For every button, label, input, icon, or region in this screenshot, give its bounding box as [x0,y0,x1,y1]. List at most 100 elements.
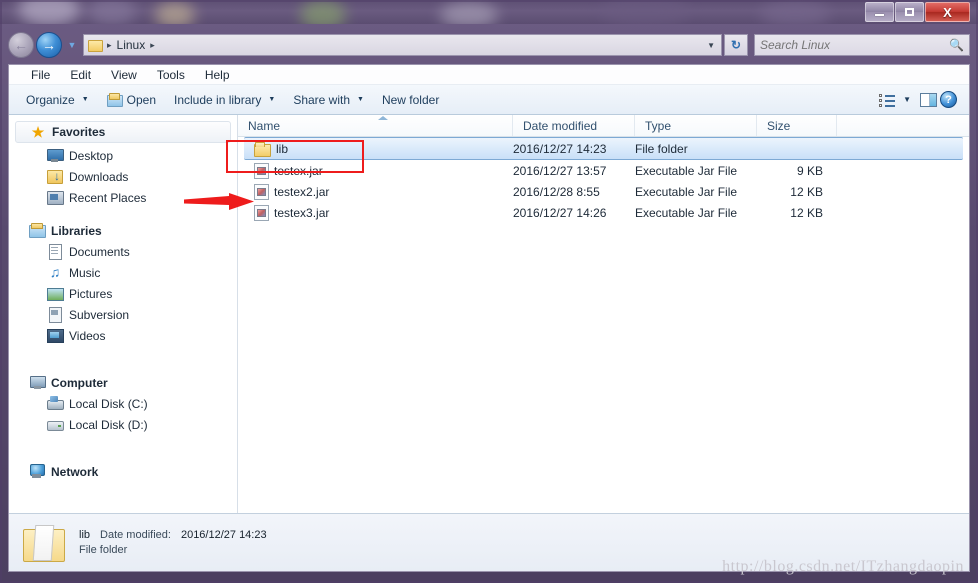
search-input[interactable] [760,38,950,52]
preview-pane-icon[interactable] [920,92,937,107]
glass-blur-decoration [18,0,80,24]
details-date-label: Date modified: [100,529,171,541]
column-header-type[interactable]: Type [635,115,757,136]
sidebar-item-local-disk-d[interactable]: Local Disk (D:) [9,414,237,435]
file-size-cell: 12 KB [790,184,823,199]
file-date-cell: 2016/12/28 8:55 [513,184,600,199]
sidebar-group-libraries[interactable]: Libraries [9,220,237,241]
breadcrumb-item-linux[interactable]: Linux [114,38,149,52]
folder-icon [254,141,271,157]
watermark-text: http://blog.csdn.net/ITzhangdaopin [722,558,964,575]
forward-button[interactable]: → [36,32,62,58]
file-name-cell: lib [244,141,513,157]
music-icon: ♫ [49,264,61,280]
videos-icon [47,328,64,343]
menu-view[interactable]: View [101,66,147,84]
sidebar-group-favorites[interactable]: ★ Favorites [15,121,231,143]
navigation-pane: ★ Favorites Desktop Downloads Recent Pla… [9,115,238,513]
downloads-icon [47,169,63,184]
sidebar-item-desktop[interactable]: Desktop [9,145,237,166]
file-type-cell: Executable Jar File [635,163,738,178]
column-header-name[interactable]: Name [238,115,513,136]
chevron-down-icon: ▼ [357,96,364,103]
column-header-size[interactable]: Size [757,115,837,136]
search-icon: 🔍 [949,38,964,52]
view-line [885,94,896,97]
share-label: Share with [293,92,351,107]
help-icon[interactable]: ? [940,91,957,108]
menu-tools[interactable]: Tools [147,66,195,84]
minimize-button[interactable] [865,2,894,22]
minimize-icon [875,14,884,16]
search-box[interactable]: 🔍 [754,34,970,56]
maximize-button[interactable] [895,2,924,22]
view-options-icon[interactable] [878,92,896,108]
include-label: Include in library [174,92,262,107]
glass-blur-decoration [600,0,690,24]
explorer-window: X ← → ▼ ▸ Linux ▸ ▼ ↻ 🔍 File Edit View T… [0,0,978,583]
details-date-value: 2016/12/27 14:23 [180,529,267,541]
glass-blur-decoration [760,0,830,24]
sidebar-item-documents[interactable]: Documents [9,241,237,262]
jar-file-icon [254,163,269,179]
organize-button[interactable]: Organize ▼ [17,90,98,110]
column-header-date-modified[interactable]: Date modified [513,115,635,136]
documents-icon [47,244,63,260]
menu-help[interactable]: Help [195,66,240,84]
glass-blur-decoration [440,2,498,24]
table-row[interactable]: testex3.jar 2016/12/27 14:26 Executable … [238,202,969,223]
new-folder-button[interactable]: New folder [373,90,448,110]
title-bar [0,0,978,24]
sidebar-item-music[interactable]: ♫ Music [9,262,237,283]
open-button[interactable]: Open [98,90,165,110]
close-button[interactable]: X [925,2,970,22]
sidebar-group-computer[interactable]: Computer [9,372,237,393]
pane-right [930,93,936,106]
file-date-cell: 2016/12/27 14:23 [513,141,607,156]
sidebar-group-label: Favorites [52,125,106,139]
sidebar-item-pictures[interactable]: Pictures [9,283,237,304]
file-type-cell: Executable Jar File [635,205,738,220]
refresh-button[interactable]: ↻ [724,34,748,56]
sidebar-item-subversion[interactable]: Subversion [9,304,237,325]
local-disk-c-icon [47,396,64,411]
sort-ascending-icon [378,116,388,120]
table-row[interactable]: testex2.jar 2016/12/28 8:55 Executable J… [238,181,969,202]
sidebar-item-label: Downloads [69,169,129,184]
column-header-row: Name Date modified Type Size [238,115,969,137]
address-dropdown-icon[interactable]: ▼ [701,41,721,50]
view-chevron-down-icon[interactable]: ▼ [901,95,917,104]
sidebar-item-videos[interactable]: Videos [9,325,237,346]
sidebar-item-local-disk-c[interactable]: Local Disk (C:) [9,393,237,414]
file-name-cell: testex2.jar [238,184,513,200]
organize-label: Organize [26,92,75,107]
table-row[interactable]: testex.jar 2016/12/27 13:57 Executable J… [238,160,969,181]
history-dropdown-icon[interactable]: ▼ [65,40,79,50]
client-area: File Edit View Tools Help Organize ▼ Ope… [8,64,970,572]
share-with-button[interactable]: Share with ▼ [284,90,373,110]
sidebar-group-network[interactable]: Network [9,461,237,482]
computer-icon [29,375,46,390]
address-bar[interactable]: ▸ Linux ▸ ▼ [83,34,722,56]
file-date-cell: 2016/12/27 13:57 [513,163,607,178]
sidebar-item-label: Pictures [69,286,113,301]
open-folder-icon [106,93,123,107]
table-row[interactable]: lib 2016/12/27 14:23 File folder [244,137,963,160]
menu-edit[interactable]: Edit [60,66,101,84]
view-dot [879,93,883,97]
open-label: Open [126,92,156,107]
view-line [885,99,896,102]
maximize-icon [905,8,914,16]
include-in-library-button[interactable]: Include in library ▼ [165,90,284,110]
sidebar-item-label: Documents [69,244,130,259]
menu-file[interactable]: File [21,66,60,84]
sidebar-group-label: Libraries [51,223,102,238]
sidebar-item-downloads[interactable]: Downloads [9,166,237,187]
view-dot [879,98,883,102]
breadcrumb-separator[interactable]: ▸ [148,40,157,51]
file-name-cell: testex.jar [238,163,513,179]
sidebar-item-label: Subversion [69,307,130,322]
back-button[interactable]: ← [8,32,34,58]
